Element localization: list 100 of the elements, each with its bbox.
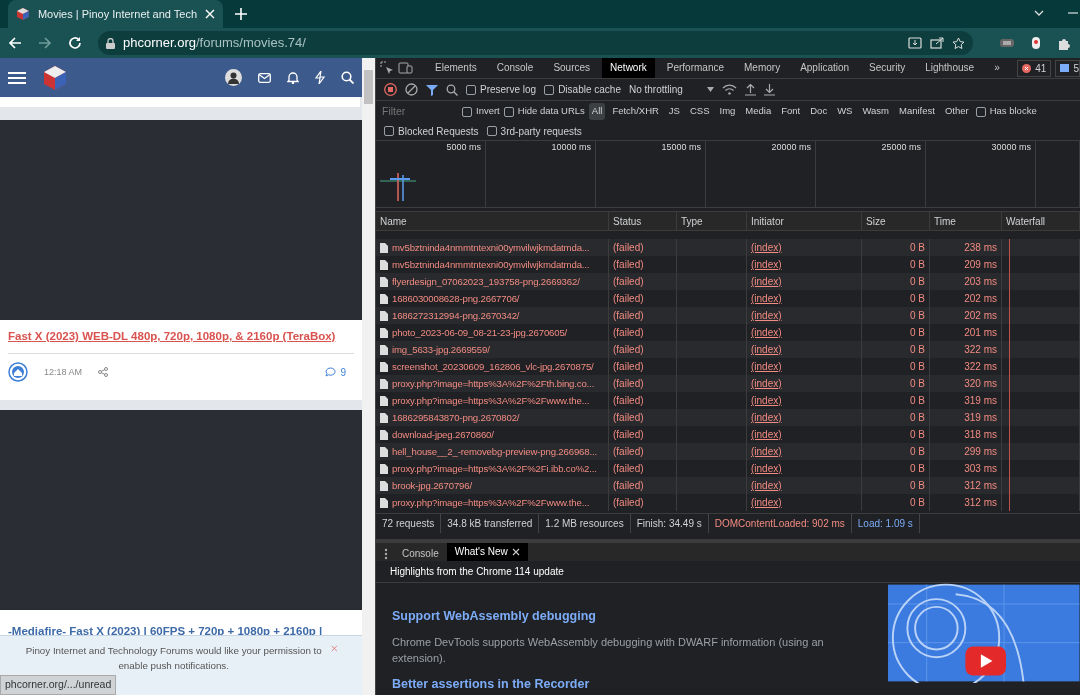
filter-type-button[interactable]: Wasm bbox=[859, 103, 892, 120]
filter-type-button[interactable]: Other bbox=[941, 103, 972, 120]
checkbox[interactable]: Preserve log bbox=[466, 82, 537, 97]
logo-icon[interactable] bbox=[42, 64, 68, 91]
request-name[interactable]: mv5bztninda4nmmtntexni00ymvilwjkmdatmda... bbox=[392, 256, 590, 273]
extension-icon[interactable] bbox=[1031, 36, 1041, 50]
initiator-link[interactable]: (index) bbox=[751, 463, 782, 474]
column-header[interactable]: Size bbox=[866, 216, 886, 227]
filter-type-button[interactable]: All bbox=[588, 103, 606, 120]
devtools-tab[interactable]: Network bbox=[602, 58, 655, 78]
devtools-tab[interactable]: Security bbox=[861, 58, 914, 78]
filter-type-button[interactable]: Fetch/XHR bbox=[609, 103, 662, 120]
initiator-link[interactable]: (index) bbox=[751, 395, 782, 406]
column-header[interactable]: Type bbox=[681, 216, 703, 227]
checkbox[interactable]: 3rd-party requests bbox=[486, 123, 582, 139]
devtools-tab[interactable]: Lighthouse bbox=[917, 58, 983, 78]
devtools-tab[interactable]: Application bbox=[792, 58, 858, 78]
plus-icon[interactable] bbox=[235, 8, 247, 20]
request-name[interactable]: flyerdesign_07062023_193758-png.2669362/ bbox=[392, 273, 580, 290]
initiator-link[interactable]: (index) bbox=[751, 480, 782, 491]
device-icon[interactable] bbox=[398, 62, 413, 74]
feature-title[interactable]: Support WebAssembly debugging bbox=[392, 606, 865, 626]
checkbox[interactable]: Has blocke bbox=[975, 104, 1037, 119]
column-header[interactable]: Time bbox=[934, 216, 956, 227]
star-icon[interactable] bbox=[952, 36, 965, 50]
initiator-link[interactable]: (index) bbox=[751, 378, 782, 389]
column-header[interactable]: Name bbox=[380, 216, 407, 227]
checkbox[interactable]: Blocked Requests bbox=[384, 123, 479, 139]
initiator-link[interactable]: (index) bbox=[751, 327, 782, 338]
request-name[interactable]: brook-jpg.2670796/ bbox=[392, 477, 472, 494]
request-name[interactable]: proxy.php?image=https%3A%2F%2Fth.bing.co... bbox=[392, 375, 595, 392]
lightning-icon[interactable] bbox=[315, 71, 325, 84]
devtools-tab[interactable]: Sources bbox=[545, 58, 599, 78]
browser-tab[interactable]: Movies | Pinoy Internet and Tech bbox=[8, 0, 223, 28]
filter-type-button[interactable]: Media bbox=[742, 103, 775, 120]
back-arrow-icon[interactable] bbox=[8, 36, 22, 50]
extension-icon[interactable] bbox=[999, 37, 1015, 49]
initiator-link[interactable]: (index) bbox=[751, 259, 782, 270]
post-title-link[interactable]: Fast X (2023) WEB-DL 480p, 720p, 1080p, & 2160p (TeraBox) bbox=[8, 328, 336, 346]
filter-type-button[interactable]: Manifest bbox=[896, 103, 938, 120]
request-name[interactable]: download-jpeg.2670860/ bbox=[392, 426, 494, 443]
reply-count[interactable]: 9 bbox=[325, 364, 346, 380]
error-count[interactable]: 41 bbox=[1017, 59, 1052, 77]
initiator-link[interactable]: (index) bbox=[751, 412, 782, 423]
devtools-tab[interactable]: Performance bbox=[658, 58, 732, 78]
bell-icon[interactable] bbox=[287, 71, 299, 84]
checkbox[interactable]: Disable cache bbox=[544, 82, 621, 97]
devtools-tab[interactable]: Console bbox=[488, 58, 542, 78]
feature-title[interactable]: Better assertions in the Recorder bbox=[392, 674, 865, 694]
filter-type-button[interactable]: Img bbox=[716, 103, 739, 120]
filter-type-button[interactable]: JS bbox=[665, 103, 683, 120]
column-header[interactable]: Initiator bbox=[751, 216, 784, 227]
share-icon[interactable] bbox=[98, 367, 109, 378]
share-icon[interactable] bbox=[930, 37, 944, 49]
column-header[interactable]: Status bbox=[613, 216, 642, 227]
more-tabs-button[interactable]: » bbox=[986, 58, 1008, 78]
clear-icon[interactable] bbox=[405, 83, 418, 96]
initiator-link[interactable]: (index) bbox=[751, 310, 782, 321]
initiator-link[interactable]: (index) bbox=[751, 242, 782, 253]
request-name[interactable]: screenshot_20230609_162806_vlc-jpg.2670875/ bbox=[392, 358, 594, 375]
initiator-link[interactable]: (index) bbox=[751, 361, 782, 372]
request-name[interactable]: img_5633-jpg.2669559/ bbox=[392, 341, 490, 358]
search-icon[interactable] bbox=[341, 71, 354, 84]
initiator-link[interactable]: (index) bbox=[751, 293, 782, 304]
request-name[interactable]: hell_house__2_-removebg-preview-png.266968... bbox=[392, 443, 597, 460]
user-avatar-icon[interactable] bbox=[8, 362, 28, 383]
more-options-icon[interactable] bbox=[384, 547, 388, 560]
filter-type-button[interactable]: Doc bbox=[807, 103, 831, 120]
checkbox[interactable]: Invert bbox=[462, 104, 500, 119]
request-name[interactable]: 1686295843870-png.2670802/ bbox=[392, 409, 520, 426]
throttling-dropdown[interactable]: No throttling bbox=[628, 82, 714, 97]
request-name[interactable]: 1686272312994-png.2670342/ bbox=[392, 307, 520, 324]
checkbox[interactable]: Hide data URLs bbox=[503, 104, 585, 119]
request-name[interactable]: mv5bztninda4nmmtntexni00ymvilwjkmdatmda... bbox=[392, 239, 590, 256]
reload-icon[interactable] bbox=[68, 36, 82, 50]
scrollbar[interactable] bbox=[362, 58, 375, 695]
column-header[interactable]: Waterfall bbox=[1006, 216, 1046, 227]
close-icon[interactable] bbox=[511, 547, 520, 556]
chevron-down-icon[interactable] bbox=[1034, 10, 1044, 16]
filter-type-button[interactable]: Font bbox=[778, 103, 804, 120]
initiator-link[interactable]: (index) bbox=[751, 429, 782, 440]
enable-notifications-link[interactable]: enable push notifications. bbox=[118, 659, 229, 671]
drawer-tab[interactable]: Console bbox=[394, 542, 447, 561]
request-name[interactable]: proxy.php?image=https%3A%2F%2Fwww.the... bbox=[392, 392, 590, 409]
initiator-link[interactable]: (index) bbox=[751, 446, 782, 457]
filter-icon[interactable] bbox=[426, 83, 438, 96]
filter-type-button[interactable]: WS bbox=[834, 103, 856, 120]
devtools-tab[interactable]: Memory bbox=[736, 58, 789, 78]
network-conditions-icon[interactable] bbox=[721, 84, 737, 95]
menu-icon[interactable] bbox=[8, 70, 26, 85]
upload-icon[interactable] bbox=[744, 83, 756, 96]
download-icon[interactable] bbox=[763, 83, 775, 96]
initiator-link[interactable]: (index) bbox=[751, 497, 782, 508]
request-name[interactable]: photo_2023-06-09_08-21-23-jpg.2670605/ bbox=[392, 324, 568, 341]
request-name[interactable]: 1686030008628-png.2667706/ bbox=[392, 290, 520, 307]
search-icon[interactable] bbox=[446, 83, 458, 96]
avatar-icon[interactable] bbox=[225, 69, 242, 86]
mail-icon[interactable] bbox=[258, 72, 271, 83]
puzzle-icon[interactable] bbox=[1057, 36, 1070, 50]
message-count[interactable]: 5 bbox=[1055, 59, 1080, 77]
